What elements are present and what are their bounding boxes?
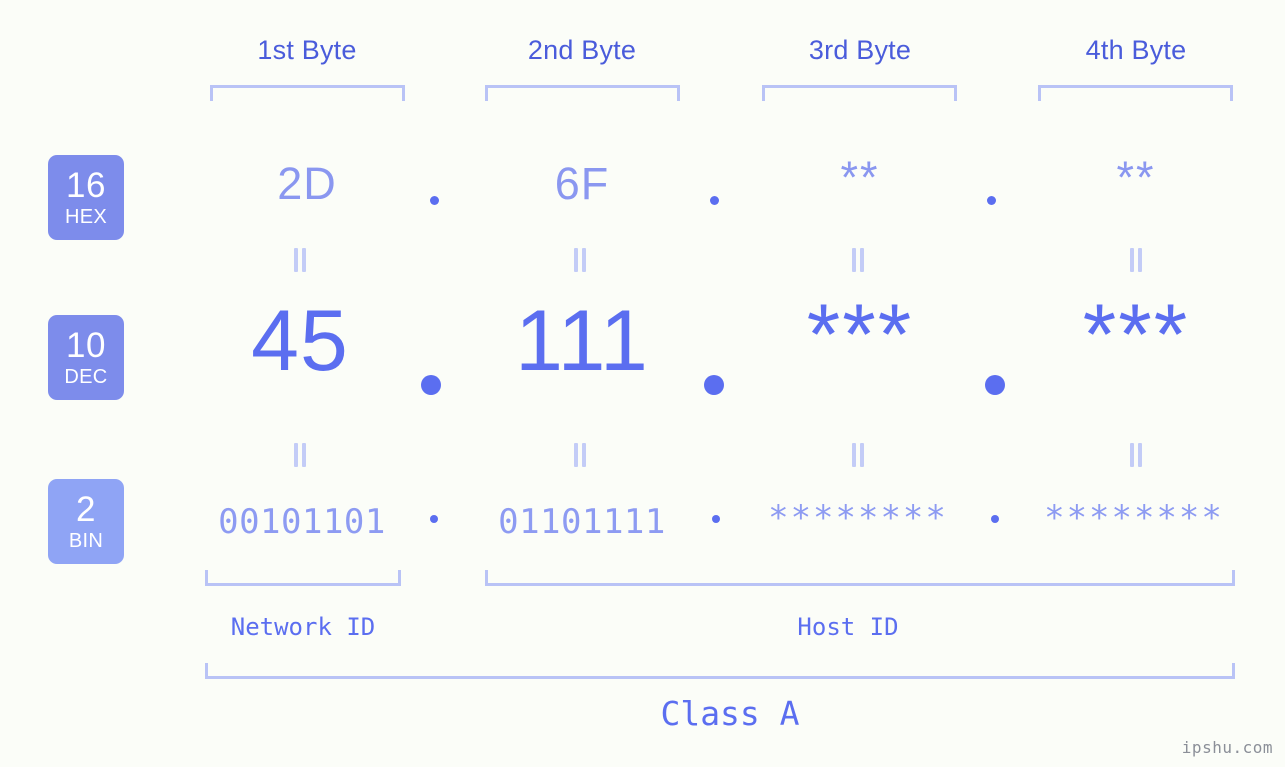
equality-connector-hex-dec-1 <box>293 248 307 272</box>
equality-connector-hex-dec-2 <box>573 248 587 272</box>
byte-header-4: 4th Byte <box>1085 35 1187 65</box>
bin-byte-3: ******** <box>768 498 948 538</box>
byte-header-3: 3rd Byte <box>808 35 912 65</box>
network-id-label: Network ID <box>230 613 376 641</box>
dec-byte-4: *** <box>1082 287 1190 383</box>
dec-separator-dot-1 <box>421 375 441 395</box>
network-id-bracket <box>205 570 401 586</box>
bin-separator-dot-3 <box>991 515 999 523</box>
base-badge-dec-label: DEC <box>64 366 108 388</box>
base-badge-hex-number: 16 <box>66 166 106 205</box>
base-badge-bin: 2 BIN <box>48 479 124 564</box>
base-badge-hex: 16 HEX <box>48 155 124 240</box>
base-badge-dec-number: 10 <box>66 326 106 365</box>
equality-connector-dec-bin-3 <box>851 443 865 467</box>
bin-byte-1: 00101101 <box>218 502 386 542</box>
byte-bracket-top-1 <box>210 85 405 101</box>
dec-separator-dot-3 <box>985 375 1005 395</box>
dec-byte-2: 111 <box>515 293 649 389</box>
host-id-label: Host ID <box>797 613 899 641</box>
dec-byte-3: *** <box>806 287 914 383</box>
equality-connector-hex-dec-3 <box>851 248 865 272</box>
hex-separator-dot-3 <box>987 196 996 205</box>
byte-bracket-top-3 <box>762 85 957 101</box>
base-badge-hex-label: HEX <box>64 206 108 228</box>
ip-breakdown-diagram: 1st Byte 2nd Byte 3rd Byte 4th Byte 16 H… <box>0 0 1285 767</box>
byte-header-2: 2nd Byte <box>527 35 637 65</box>
base-badge-bin-number: 2 <box>76 490 96 529</box>
equality-connector-dec-bin-2 <box>573 443 587 467</box>
hex-byte-4: ** <box>1116 152 1156 203</box>
hex-byte-1: 2D <box>277 158 337 209</box>
bin-byte-4: ******** <box>1044 498 1224 538</box>
bin-byte-2: 01101111 <box>498 502 666 542</box>
equality-connector-dec-bin-1 <box>293 443 307 467</box>
site-watermark: ipshu.com <box>1181 738 1273 757</box>
dec-separator-dot-2 <box>704 375 724 395</box>
class-label: Class A <box>660 694 800 733</box>
base-badge-bin-label: BIN <box>68 530 104 552</box>
hex-byte-3: ** <box>840 152 880 203</box>
bin-separator-dot-2 <box>712 515 720 523</box>
dec-byte-1: 45 <box>251 293 349 389</box>
hex-separator-dot-2 <box>710 196 719 205</box>
byte-header-1: 1st Byte <box>257 35 357 65</box>
base-badge-dec: 10 DEC <box>48 315 124 400</box>
hex-separator-dot-1 <box>430 196 439 205</box>
equality-connector-hex-dec-4 <box>1129 248 1143 272</box>
byte-bracket-top-4 <box>1038 85 1233 101</box>
class-bracket <box>205 663 1235 679</box>
bin-separator-dot-1 <box>430 515 438 523</box>
host-id-bracket <box>485 570 1235 586</box>
equality-connector-dec-bin-4 <box>1129 443 1143 467</box>
byte-bracket-top-2 <box>485 85 680 101</box>
hex-byte-2: 6F <box>554 158 610 209</box>
